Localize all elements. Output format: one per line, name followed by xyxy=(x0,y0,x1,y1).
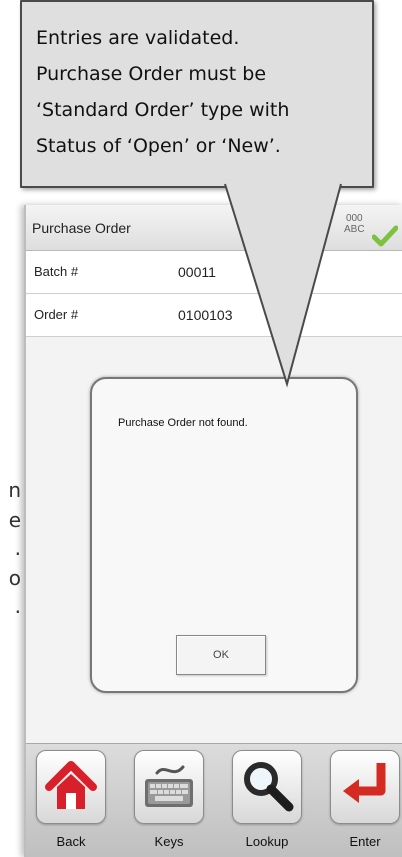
enter-tile[interactable] xyxy=(330,750,400,824)
numeric-mode-label: 000 xyxy=(345,213,363,224)
enter-label: Enter xyxy=(349,834,381,849)
error-dialog: Purchase Order not found. OK xyxy=(90,377,358,693)
back-button[interactable]: Back xyxy=(36,750,106,857)
callout-line: Entries are validated. xyxy=(36,27,240,49)
lookup-button[interactable]: Lookup xyxy=(232,750,302,857)
cropped-text-fragments: n e . o . xyxy=(0,478,20,628)
screen-title: Purchase Order xyxy=(32,220,131,236)
screen-header: Purchase Order 000 ABC xyxy=(26,205,402,251)
callout-line: ‘Standard Order’ type with xyxy=(36,99,290,121)
enter-button[interactable]: Enter xyxy=(330,750,400,857)
order-field-row[interactable]: Order # 0100103 xyxy=(26,294,402,337)
keys-button[interactable]: Keys xyxy=(134,750,204,857)
cropped-char: n xyxy=(8,478,20,502)
device-screen: Purchase Order 000 ABC Batch # 00011 Ord… xyxy=(24,205,402,857)
batch-label: Batch # xyxy=(34,264,79,279)
batch-value[interactable]: 00011 xyxy=(178,264,216,280)
magnifier-icon xyxy=(244,762,294,812)
keys-tile[interactable] xyxy=(134,750,204,824)
cropped-char: e xyxy=(8,508,20,532)
bottom-toolbar: Back Keys Lookup Enter xyxy=(26,743,402,857)
order-value[interactable]: 0100103 xyxy=(178,307,233,323)
alpha-mode-label: ABC xyxy=(344,224,365,235)
keyboard-icon xyxy=(145,765,193,807)
callout-line: Purchase Order must be xyxy=(36,63,267,85)
dialog-message: Purchase Order not found. xyxy=(118,417,248,429)
order-label: Order # xyxy=(34,307,79,322)
check-icon[interactable] xyxy=(372,225,398,247)
cropped-char: o xyxy=(8,566,20,590)
batch-field-row[interactable]: Batch # 00011 xyxy=(26,251,402,294)
home-icon xyxy=(45,761,97,809)
ok-button[interactable]: OK xyxy=(176,635,266,675)
enter-arrow-icon xyxy=(343,763,386,803)
cropped-char: . xyxy=(15,536,20,560)
callout-text: Entries are validated. Purchase Order mu… xyxy=(36,20,366,164)
cropped-char: . xyxy=(15,594,20,618)
back-label: Back xyxy=(56,834,86,849)
back-tile[interactable] xyxy=(36,750,106,824)
keys-label: Keys xyxy=(154,834,184,849)
callout-line: Status of ‘Open’ or ‘New’. xyxy=(36,135,281,157)
lookup-label: Lookup xyxy=(245,834,289,849)
lookup-tile[interactable] xyxy=(232,750,302,824)
input-mode-indicator[interactable]: 000 ABC xyxy=(344,213,365,235)
